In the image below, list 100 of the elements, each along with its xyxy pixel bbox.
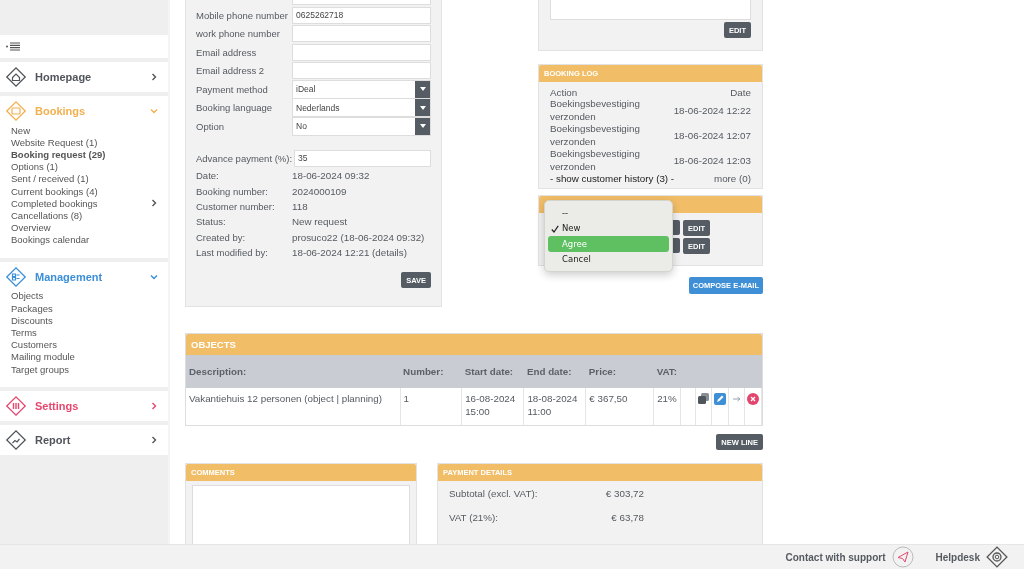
info-value: 2024000109 — [292, 185, 347, 197]
payment-label: Subtotal (excl. VAT): — [449, 487, 539, 499]
nav-item[interactable]: Website Request (1) — [11, 136, 98, 148]
panel-header: OBJECTS — [186, 334, 762, 356]
table-cell: 18-08-2024 11:00 — [523, 388, 586, 426]
nav-item[interactable]: Packages — [11, 302, 53, 314]
menu-option[interactable]: -- — [548, 205, 669, 221]
nav-section[interactable]: Settings — [0, 391, 168, 422]
input-field[interactable]: 35 — [294, 150, 431, 168]
column-header: Number: — [400, 355, 462, 389]
log-action: Boekingsbevestiging verzonden — [550, 123, 641, 148]
info-label: Status: — [196, 216, 227, 228]
section-icon — [5, 66, 27, 88]
info-label: Last modified by: — [196, 247, 269, 259]
info-value: 18-06-2024 09:32 — [292, 170, 370, 182]
menu-option[interactable]: New — [548, 220, 669, 236]
column-header: Price: — [585, 355, 654, 389]
copy-icon[interactable] — [698, 393, 710, 405]
nav-item[interactable]: Booking request (29) — [11, 148, 106, 160]
log-action: Boekingsbevestiging verzonden — [550, 98, 641, 123]
history-link[interactable]: - show customer history (3) - — [550, 173, 675, 184]
input-field[interactable] — [292, 62, 431, 80]
section-icon — [5, 100, 27, 122]
field-label: Mobile phone number — [196, 9, 289, 21]
arrow-icon[interactable] — [732, 396, 741, 403]
nav-item[interactable]: Terms — [11, 327, 37, 339]
menu-option[interactable]: Cancel — [548, 251, 669, 267]
section-label: Homepage — [35, 71, 93, 83]
caret-icon — [419, 87, 426, 92]
support-link[interactable]: Contact with support — [785, 551, 886, 563]
payment-label: VAT (21%): — [449, 511, 499, 523]
section-icon — [5, 429, 27, 452]
section-label: Report — [35, 434, 72, 447]
field-label: Email address 2 — [196, 65, 266, 77]
table-cell: 21% — [653, 388, 681, 426]
log-date: 18-06-2024 12:03 — [673, 155, 751, 166]
section-icon — [5, 395, 27, 418]
section-label: Settings — [35, 400, 80, 413]
table-cell: Vakantiehuis 12 personen (object | planning) — [186, 388, 401, 426]
input-field[interactable]: 0625262718 — [292, 6, 431, 24]
column-header: End date: — [523, 355, 586, 389]
notes-textarea[interactable] — [550, 0, 751, 20]
nav-item[interactable]: Target groups — [11, 363, 70, 375]
nav-item[interactable]: New — [11, 124, 30, 136]
field-label: Booking language — [196, 102, 274, 114]
section-label: Management — [35, 270, 104, 283]
nav-item[interactable]: Sent / received (1) — [11, 173, 89, 185]
info-label: Created by: — [196, 231, 247, 243]
column-header: Description: — [186, 355, 401, 389]
menu-icon — [6, 42, 20, 51]
field-label: Payment method — [196, 83, 269, 95]
log-action: Boekingsbevestiging verzonden — [550, 148, 641, 173]
table-cell: € 367,50 — [585, 388, 654, 426]
info-label: Booking number: — [196, 185, 269, 197]
info-value: 18-06-2024 12:21 (details) — [292, 247, 407, 259]
column-header: Date — [730, 87, 751, 98]
payment-value: € 303,72 — [604, 487, 644, 499]
field-label: Email address — [196, 46, 258, 58]
column-header: VAT: — [653, 355, 681, 389]
nav-item[interactable]: Mailing module — [11, 351, 75, 363]
nav-item[interactable]: Objects — [11, 290, 44, 302]
nav-item[interactable]: Current bookings (4) — [11, 185, 98, 197]
input-field[interactable] — [292, 25, 431, 43]
log-date: 18-06-2024 12:22 — [673, 105, 751, 116]
nav-section[interactable]: Management — [0, 261, 168, 292]
more-link[interactable]: more (0) — [713, 173, 751, 184]
column-header: Start date: — [461, 355, 524, 389]
edit-icon[interactable] — [714, 393, 727, 406]
select-field[interactable]: Nederlands — [292, 98, 431, 118]
nav-section[interactable]: Report — [0, 425, 168, 456]
input-field[interactable] — [292, 0, 431, 5]
info-value: 118 — [292, 200, 308, 212]
nav-item[interactable]: Options (1) — [11, 161, 58, 173]
column-header: Action — [550, 87, 578, 98]
input-field[interactable] — [292, 43, 431, 61]
nav-item[interactable]: Customers — [11, 339, 57, 351]
helpdesk-link[interactable]: Helpdesk — [935, 551, 980, 563]
delete-icon[interactable] — [746, 393, 759, 406]
info-label: Date: — [196, 170, 220, 182]
caret-icon — [419, 124, 426, 129]
section-label: Bookings — [35, 105, 87, 117]
nav-section[interactable]: Homepage — [0, 62, 168, 92]
payment-value: € 63,78 — [610, 511, 644, 523]
info-value: prosuco22 (18-06-2024 09:32) — [292, 231, 425, 243]
field-label: Option — [196, 120, 225, 132]
nav-item[interactable]: Overview — [11, 222, 51, 234]
lifebuoy-icon[interactable] — [986, 546, 1008, 568]
nav-item[interactable]: Completed bookings — [11, 197, 98, 209]
nav-item[interactable]: Bookings calendar — [11, 234, 90, 246]
section-icon — [5, 265, 27, 288]
table-cell: 16-08-2024 15:00 — [461, 388, 524, 426]
nav-item[interactable]: Discounts — [11, 314, 53, 326]
paper-plane-icon[interactable] — [891, 546, 914, 568]
caret-icon — [419, 105, 426, 110]
field-label: work phone number — [196, 28, 281, 40]
table-cell: 1 — [400, 388, 462, 426]
select-field[interactable]: iDeal — [292, 79, 431, 99]
nav-item[interactable]: Cancellations (8) — [11, 209, 83, 221]
info-value: New request — [292, 216, 347, 228]
sidebar-toggle[interactable] — [0, 35, 168, 58]
